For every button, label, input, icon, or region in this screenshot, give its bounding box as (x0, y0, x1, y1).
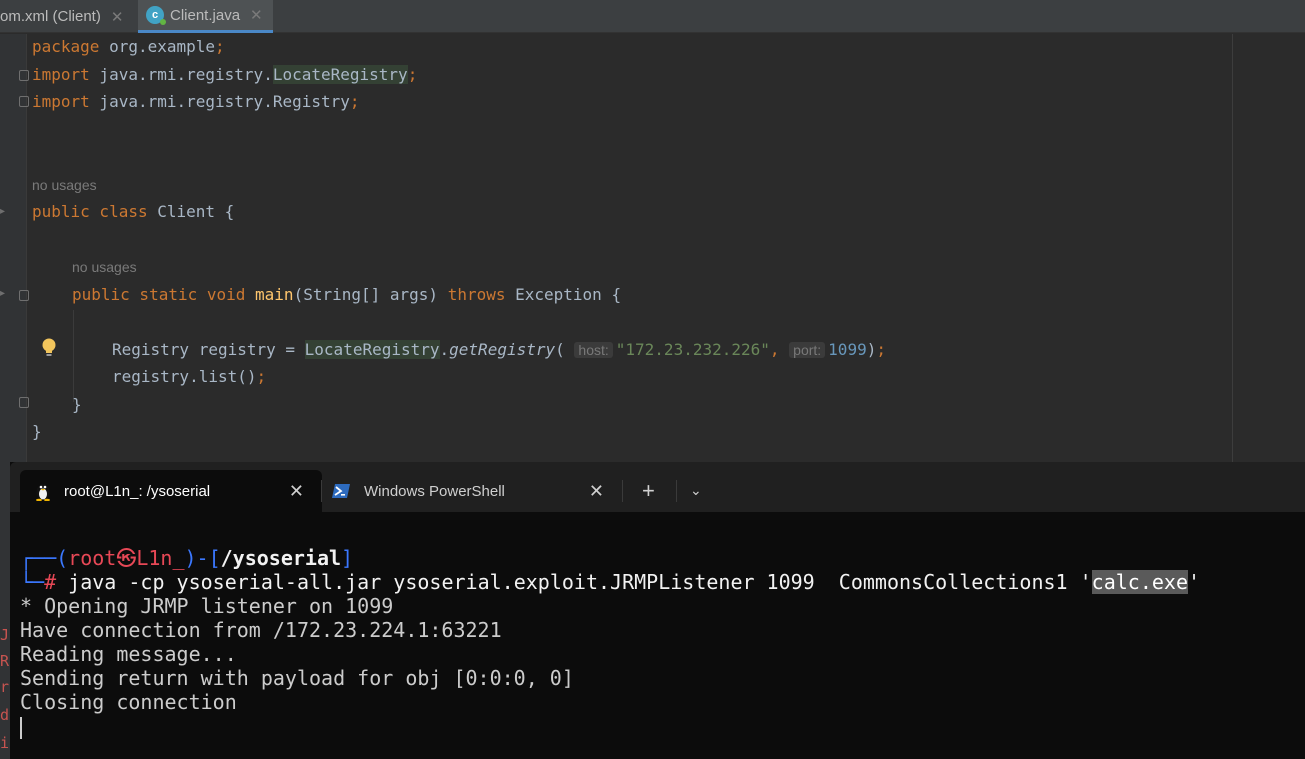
left-fragment: r (0, 678, 10, 696)
chevron-down-icon[interactable]: ⌄ (690, 482, 702, 499)
run-marker-icon[interactable]: ▸ (0, 288, 5, 299)
tab-label: root@L1n_: /ysoserial (64, 482, 211, 500)
fold-icon[interactable] (19, 290, 29, 301)
close-icon[interactable]: ✕ (589, 481, 604, 502)
prompt-line: ┌──(root㉿L1n_)-[/ysoserial] (20, 546, 354, 570)
tab-pom-xml[interactable]: om.xml (Client) ✕ (0, 0, 138, 33)
tab-wsl-root[interactable]: root@L1n_: /ysoserial ✕ (20, 470, 322, 512)
tab-label: om.xml (Client) (0, 8, 101, 25)
run-marker-icon[interactable]: ▸ (0, 206, 5, 217)
close-icon[interactable]: ✕ (111, 8, 124, 26)
java-class-icon: c (146, 6, 166, 25)
output-line: * Opening JRMP listener on 1099 (20, 594, 394, 618)
tab-client-java[interactable]: c Client.java ✕ (138, 0, 273, 33)
fold-icon[interactable] (19, 397, 29, 408)
code-line-main[interactable]: public static void main(String[] args) t… (72, 285, 621, 305)
powershell-icon (332, 484, 350, 498)
output-line: Reading message... (20, 642, 237, 666)
code-line-import-registry[interactable]: import java.rmi.registry.Registry; (32, 92, 360, 112)
tab-label: Windows PowerShell (364, 482, 505, 500)
terminal-window: root@L1n_: /ysoserial ✕ Windows PowerShe… (10, 462, 1305, 759)
terminal-tab-bar: root@L1n_: /ysoserial ✕ Windows PowerShe… (10, 462, 1305, 512)
output-line: Have connection from /172.23.224.1:63221 (20, 618, 502, 642)
code-line-class[interactable]: public class Client { (32, 202, 234, 222)
tab-powershell[interactable]: Windows PowerShell ✕ (322, 470, 622, 512)
code-line-list[interactable]: registry.list(); (112, 367, 266, 387)
terminal-output[interactable]: ┌──(root㉿L1n_)-[/ysoserial] └─# java -cp … (20, 546, 1200, 739)
code-line-package[interactable]: package org.example; (32, 37, 225, 57)
usage-hint[interactable]: no usages (72, 259, 137, 275)
param-hint-port: port: (789, 342, 826, 358)
left-fragment: J (0, 626, 10, 644)
left-fragment: R (0, 652, 10, 670)
text-cursor (20, 716, 22, 739)
tux-icon (36, 484, 50, 501)
right-margin-guide (1232, 34, 1233, 464)
close-icon[interactable]: ✕ (289, 481, 304, 502)
usage-hint[interactable]: no usages (32, 177, 97, 193)
fold-icon[interactable] (19, 96, 29, 107)
selected-text: calc.exe (1091, 570, 1188, 594)
left-fragment: i (0, 734, 10, 752)
indent-guide (73, 310, 74, 402)
tab-divider (676, 480, 677, 502)
fold-icon[interactable] (19, 70, 29, 81)
left-fragment: d (0, 706, 10, 724)
new-tab-button[interactable]: + (642, 478, 655, 504)
editor-tab-bar: om.xml (Client) ✕ c Client.java ✕ (0, 0, 1305, 33)
lightbulb-icon[interactable] (41, 337, 57, 359)
output-line: Sending return with payload for obj [0:0… (20, 666, 574, 690)
code-line-close-method[interactable]: } (72, 395, 82, 415)
close-icon[interactable]: ✕ (250, 6, 263, 24)
output-line: Closing connection (20, 690, 237, 714)
code-line-registry[interactable]: Registry registry = LocateRegistry.getRe… (112, 340, 886, 360)
code-line-import-locateregistry[interactable]: import java.rmi.registry.LocateRegistry; (32, 65, 417, 85)
tab-label: Client.java (170, 6, 241, 24)
tab-divider (622, 480, 623, 502)
command-line: └─# java -cp ysoserial-all.jar ysoserial… (20, 570, 1201, 594)
code-line-close-class[interactable]: } (32, 422, 42, 442)
param-hint-host: host: (574, 342, 613, 358)
